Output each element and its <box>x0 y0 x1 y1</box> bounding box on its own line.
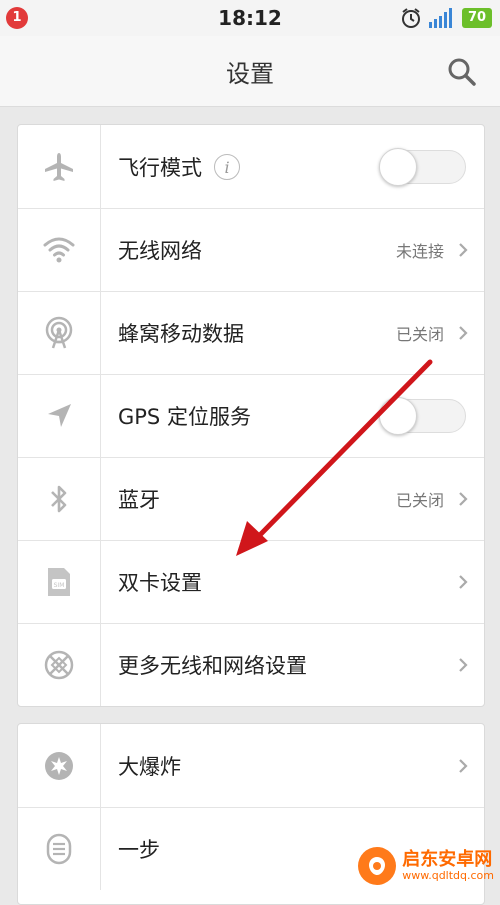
bluetooth-row[interactable]: 蓝牙 已关闭 <box>18 457 484 540</box>
chevron-right-icon <box>459 492 468 506</box>
wifi-icon <box>43 237 75 263</box>
chevron-right-icon <box>459 575 468 589</box>
globe-network-icon <box>44 650 74 680</box>
watermark-name: 启东安卓网 <box>402 849 493 871</box>
chevron-right-icon <box>459 658 468 672</box>
big-bang-row[interactable]: 大爆炸 <box>18 724 484 807</box>
sim-icon-cell: SIM <box>18 541 101 623</box>
location-arrow-icon <box>48 404 71 427</box>
gps-row[interactable]: GPS 定位服务 <box>18 374 484 457</box>
airplane-icon <box>45 152 73 181</box>
page-title: 设置 <box>226 60 274 88</box>
chevron-right-icon <box>459 326 468 340</box>
signal-icon <box>429 8 452 28</box>
dual-sim-row[interactable]: SIM 双卡设置 <box>18 540 484 623</box>
wifi-icon-cell <box>18 209 101 291</box>
big-bang-icon-cell <box>18 724 101 807</box>
watermark: 启东安卓网 www.qdltdq.com <box>358 847 494 885</box>
battery-indicator: 70 <box>462 8 492 28</box>
gps-icon-cell <box>18 375 101 457</box>
wifi-row[interactable]: 无线网络 未连接 <box>18 208 484 291</box>
info-icon[interactable]: i <box>214 153 240 180</box>
dual-sim-label: 双卡设置 <box>118 571 202 595</box>
search-icon[interactable] <box>446 56 478 88</box>
one-step-icon <box>46 833 72 865</box>
one-step-icon-cell <box>18 808 101 890</box>
status-icons: 70 <box>400 7 492 29</box>
more-wireless-row[interactable]: 更多无线和网络设置 <box>18 623 484 706</box>
chevron-right-icon <box>459 243 468 257</box>
toggle-knob <box>379 397 417 435</box>
alarm-icon <box>402 8 420 28</box>
airplane-icon-cell <box>18 125 101 208</box>
more-wireless-label: 更多无线和网络设置 <box>118 654 307 678</box>
network-settings-card: 飞行模式 i 无线网络 未连接 蜂窝移动数据 已关闭 GPS 定位服务 蓝牙 已… <box>17 124 485 707</box>
watermark-logo-icon <box>358 847 397 885</box>
airplane-mode-toggle[interactable] <box>379 147 466 186</box>
watermark-url: www.qdltdq.com <box>402 868 494 882</box>
title-bar: 设置 <box>0 36 500 107</box>
toggle-knob <box>379 147 417 186</box>
cellular-data-row[interactable]: 蜂窝移动数据 已关闭 <box>18 291 484 374</box>
cellular-icon-cell <box>18 292 101 374</box>
sim-card-icon: SIM <box>48 568 70 596</box>
airplane-mode-row[interactable]: 飞行模式 i <box>18 125 484 208</box>
airplane-mode-text: 飞行模式 <box>118 155 202 180</box>
bluetooth-status: 已关闭 <box>395 491 444 510</box>
wifi-label: 无线网络 <box>118 239 202 263</box>
wifi-status: 未连接 <box>395 242 444 261</box>
gps-label: GPS 定位服务 <box>118 405 251 429</box>
airplane-mode-label: 飞行模式 i <box>118 125 240 208</box>
bluetooth-icon-cell <box>18 458 101 540</box>
svg-text:SIM: SIM <box>54 582 65 589</box>
big-bang-icon <box>45 751 73 780</box>
cellular-tower-icon <box>45 316 73 349</box>
bluetooth-icon <box>51 485 67 513</box>
one-step-label: 一步 <box>118 838 160 862</box>
chevron-right-icon <box>459 758 468 773</box>
more-wireless-icon-cell <box>18 624 101 706</box>
bluetooth-label: 蓝牙 <box>118 488 160 512</box>
gps-toggle[interactable] <box>379 397 466 435</box>
watermark-text: 启东安卓网 www.qdltdq.com <box>402 850 494 882</box>
cellular-data-label: 蜂窝移动数据 <box>118 322 244 346</box>
cellular-data-status: 已关闭 <box>395 325 444 344</box>
big-bang-label: 大爆炸 <box>118 754 181 779</box>
status-bar: 1 18:12 70 <box>0 0 500 36</box>
